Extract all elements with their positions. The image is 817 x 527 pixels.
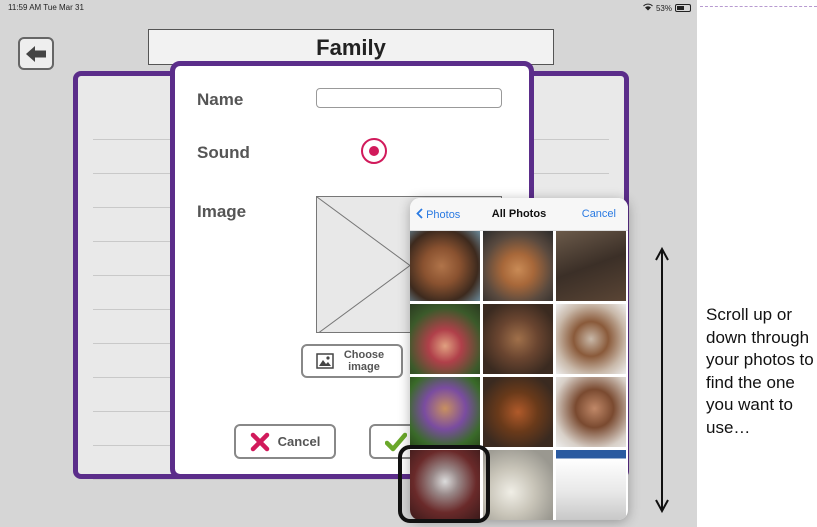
slide-divider [700,6,817,7]
battery-percent: 53% [655,3,672,13]
choose-image-label: Choose image [343,349,385,373]
page-title: Family [148,29,554,65]
image-icon [316,353,334,369]
sound-radio-button[interactable] [361,138,387,164]
photo-thumbnail[interactable] [556,377,626,447]
photo-thumbnail[interactable] [483,304,553,374]
scroll-double-arrow-icon [655,246,669,514]
photos-cancel-button[interactable]: Cancel [582,208,616,220]
photo-thumbnail[interactable] [556,450,626,520]
ipad-screen: 11:59 AM Tue Mar 31 53% Family Name Soun… [0,0,697,527]
instruction-text: Scroll up or down through your photos to… [706,305,814,437]
photo-thumbnail[interactable] [483,450,553,520]
cancel-button[interactable]: Cancel [234,424,336,459]
wifi-icon [643,3,653,13]
back-button[interactable] [18,37,54,70]
photo-picker-header: Photos All Photos Cancel [410,198,628,231]
close-icon [250,432,269,451]
battery-icon [675,4,691,12]
photo-thumbnail[interactable] [410,377,480,447]
selected-photo-highlight [398,445,490,523]
name-label: Name [197,90,244,109]
photo-thumbnail[interactable] [483,231,553,301]
photo-thumbnail[interactable] [556,231,626,301]
status-indicators: 53% [643,3,691,13]
status-time: 11:59 AM Tue Mar 31 [8,3,84,12]
photo-thumbnail[interactable] [556,304,626,374]
photo-thumbnail[interactable] [483,377,553,447]
photo-thumbnail[interactable] [410,304,480,374]
back-arrow-icon [26,45,46,62]
photo-thumbnail[interactable] [410,231,480,301]
choose-image-button[interactable]: Choose image [301,344,403,378]
sound-label: Sound [197,143,250,162]
image-label: Image [197,202,247,221]
cancel-label: Cancel [277,434,321,449]
name-input[interactable] [316,88,502,108]
